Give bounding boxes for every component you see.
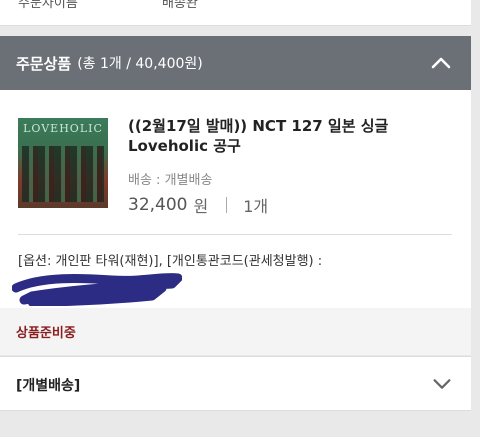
- price-qty-divider: [226, 197, 228, 213]
- shipping-label: 배송 :: [128, 173, 165, 188]
- order-summary: (총 1개 / 40,400원): [77, 56, 203, 72]
- shipping-section[interactable]: [개별배송]: [0, 356, 471, 411]
- product-title[interactable]: ((2월17일 발매)) NCT 127 일본 싱글 Loveholic 공구: [128, 116, 458, 156]
- orderer-label: 주문자이름: [18, 0, 78, 11]
- orderer-value: 배송완: [162, 0, 198, 11]
- shipping-value: 개별배송: [164, 173, 213, 188]
- redaction-scribble: [12, 273, 182, 306]
- section-title: 주문상품: [16, 54, 72, 73]
- chevron-up-icon[interactable]: [429, 51, 453, 75]
- order-status: 상품준비중: [16, 326, 76, 341]
- shipping-info: 배송 : 개별배송: [128, 169, 212, 188]
- currency-unit: 원: [193, 197, 209, 216]
- product-price: 32,400: [128, 195, 188, 215]
- shipping-section-label: [개별배송]: [16, 378, 81, 394]
- product-quantity: 1개: [243, 197, 269, 216]
- album-cover-logo: LOVEHOLIC: [23, 122, 103, 135]
- previous-info-card: 주문자이름 배송완: [0, 0, 471, 26]
- divider: [18, 234, 452, 235]
- order-items-header[interactable]: 주문상품 (총 1개 / 40,400원): [0, 36, 471, 90]
- page-edge: [471, 0, 480, 437]
- album-cover-image[interactable]: LOVEHOLIC: [18, 118, 108, 208]
- product-options: [옵션: 개인판 타워(재현)], [개인통관코드(관세청발행) :: [18, 254, 323, 269]
- order-status-band: 상품준비중: [0, 308, 471, 355]
- album-cover-figures: [22, 146, 104, 202]
- price-row: 32,400 원 1개: [128, 193, 268, 217]
- chevron-down-icon[interactable]: [431, 373, 453, 395]
